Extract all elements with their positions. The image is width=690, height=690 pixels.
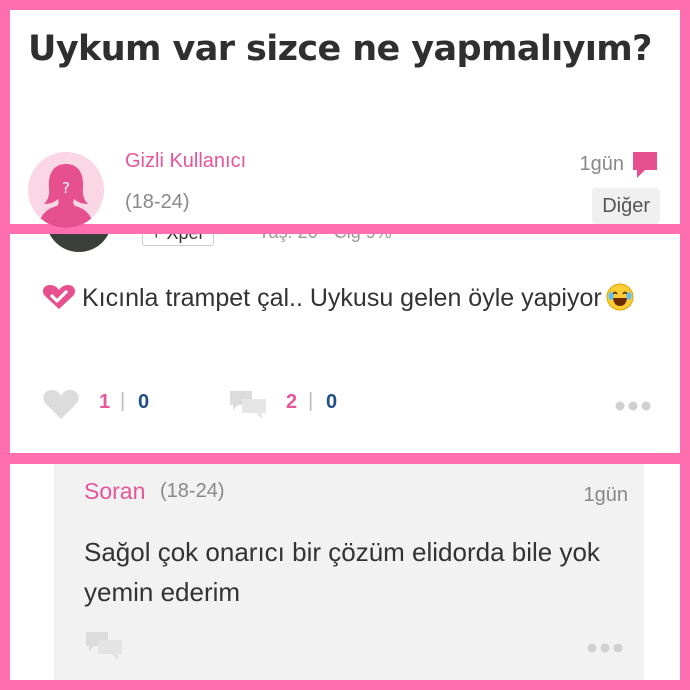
xper-badge: + Xper xyxy=(142,234,214,246)
question-time: 1gün xyxy=(579,153,625,175)
question-title: Uykum var sizce ne yapmalıyım? xyxy=(28,29,652,69)
reply-zero-count[interactable]: 0 xyxy=(326,391,337,414)
speech-bubble-icon[interactable] xyxy=(631,150,659,180)
dislike-count[interactable]: 0 xyxy=(138,391,149,414)
more-dots-icon[interactable] xyxy=(586,640,626,653)
asker-name[interactable]: Gizli Kullanıcı xyxy=(125,150,246,173)
reply-age: (18-24) xyxy=(160,480,225,502)
svg-text:?: ? xyxy=(62,179,70,197)
separator: | xyxy=(120,390,126,412)
female-avatar-icon[interactable]: ? xyxy=(28,152,104,228)
comments-icon[interactable] xyxy=(84,630,124,667)
answer-text: Kıcınla trampet çal.. Uykusu gelen öyle … xyxy=(82,284,602,312)
reply-time: 1gün xyxy=(583,484,629,506)
answerer-meta: Yaş: 20 · Cig 9% xyxy=(258,234,392,243)
reply-text: Sağol çok onarıcı bir çözüm elidorda bil… xyxy=(84,537,600,607)
laughing-emoji-icon xyxy=(606,283,634,311)
like-count[interactable]: 1 xyxy=(99,391,110,414)
answer-card: + Xper Yaş: 20 · Cig 9% Kıcınla trampet … xyxy=(10,234,680,453)
heart-icon xyxy=(42,282,76,309)
comments-icon[interactable] xyxy=(228,389,268,426)
reply-card: Soran (18-24) 1gün Sağol çok onarıcı bir… xyxy=(54,464,644,680)
answer-body: Kıcınla trampet çal.. Uykusu gelen öyle … xyxy=(42,278,662,318)
separator: | xyxy=(308,390,314,412)
other-button[interactable]: Diğer xyxy=(592,188,660,224)
reply-count[interactable]: 2 xyxy=(286,391,297,414)
more-dots-icon[interactable] xyxy=(614,398,654,411)
question-header: Uykum var sizce ne yapmalıyım? ? Gizli K… xyxy=(10,10,680,228)
reply-panel: Soran (18-24) 1gün Sağol çok onarıcı bir… xyxy=(10,464,680,680)
asker-age: (18-24) xyxy=(125,191,190,213)
reply-author[interactable]: Soran xyxy=(84,478,145,505)
heart-like-icon[interactable] xyxy=(42,388,80,425)
answerer-avatar[interactable] xyxy=(46,234,112,252)
